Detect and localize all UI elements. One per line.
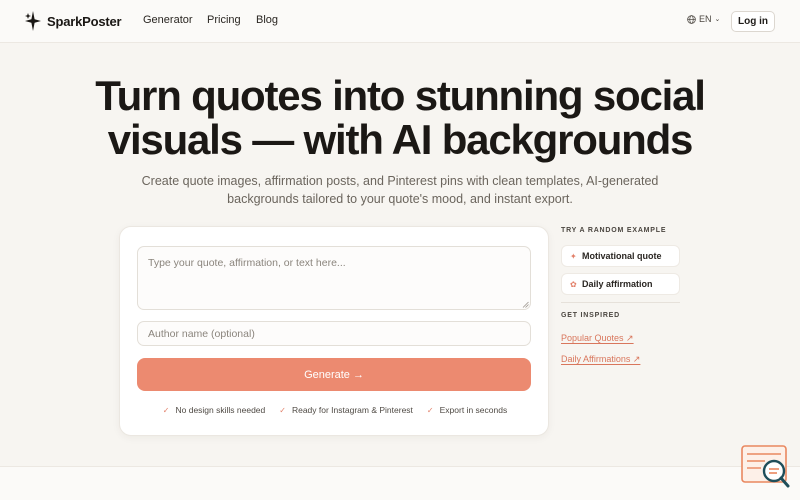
check-icon: ✓ [162, 405, 170, 415]
generator-card: Generate → ✓ No design skills needed ✓ R… [119, 226, 549, 436]
feature-label: No design skills needed [175, 405, 266, 415]
language-selector[interactable]: EN ⌄ [687, 14, 720, 24]
generate-button-label: Generate [304, 368, 350, 381]
top-nav: SparkPoster Generator Pricing Blog EN ⌄ … [0, 0, 800, 43]
random-example-heading: TRY A RANDOM EXAMPLE [561, 227, 667, 234]
divider [561, 302, 680, 303]
nav-link-pricing[interactable]: Pricing [207, 14, 241, 26]
hero-title: Turn quotes into stunning social visuals… [95, 72, 706, 163]
example-motivational-button[interactable]: ✦ Motivational quote [561, 245, 680, 267]
generate-button[interactable]: Generate → [137, 358, 531, 391]
brand-name: SparkPoster [47, 13, 122, 29]
spark-icon: ✦ [570, 251, 577, 261]
chat-search-widget-icon[interactable] [741, 444, 791, 490]
author-input[interactable] [137, 321, 531, 346]
feature-label: Export in seconds [439, 405, 508, 415]
feature-item: ✓ Export in seconds [427, 405, 507, 415]
language-code: EN [699, 14, 712, 24]
quote-input[interactable] [137, 246, 531, 310]
nav-link-generator[interactable]: Generator [143, 14, 193, 26]
globe-icon [687, 14, 696, 24]
arrow-right-icon: → [352, 368, 364, 381]
chevron-down-icon: ⌄ [714, 16, 721, 23]
check-icon: ✓ [279, 405, 286, 415]
feature-item: ✓ No design skills needed [163, 405, 265, 415]
nav-link-blog[interactable]: Blog [256, 14, 278, 26]
feature-list: ✓ No design skills needed ✓ Ready for In… [120, 405, 550, 415]
spark-logo-icon [25, 11, 41, 31]
resize-handle-icon[interactable] [522, 301, 529, 308]
login-button[interactable]: Log in [731, 11, 775, 32]
popular-quotes-link[interactable]: Popular Quotes ↗ [561, 333, 634, 344]
feature-label: Ready for Instagram & Pinterest [291, 405, 413, 415]
example-label: Motivational quote [582, 251, 662, 261]
feature-item: ✓ Ready for Instagram & Pinterest [279, 405, 413, 415]
brand-logo[interactable]: SparkPoster [24, 11, 122, 31]
sun-icon: ✿ [570, 279, 577, 289]
daily-affirmations-link[interactable]: Daily Affirmations ↗ [561, 354, 640, 365]
hero-subtitle: Create quote images, affirmation posts, … [141, 174, 659, 206]
get-inspired-heading: GET INSPIRED [561, 312, 620, 319]
check-icon: ✓ [426, 405, 434, 415]
example-affirmation-button[interactable]: ✿ Daily affirmation [561, 273, 680, 295]
example-label: Daily affirmation [582, 279, 653, 289]
footer-band [0, 466, 800, 500]
